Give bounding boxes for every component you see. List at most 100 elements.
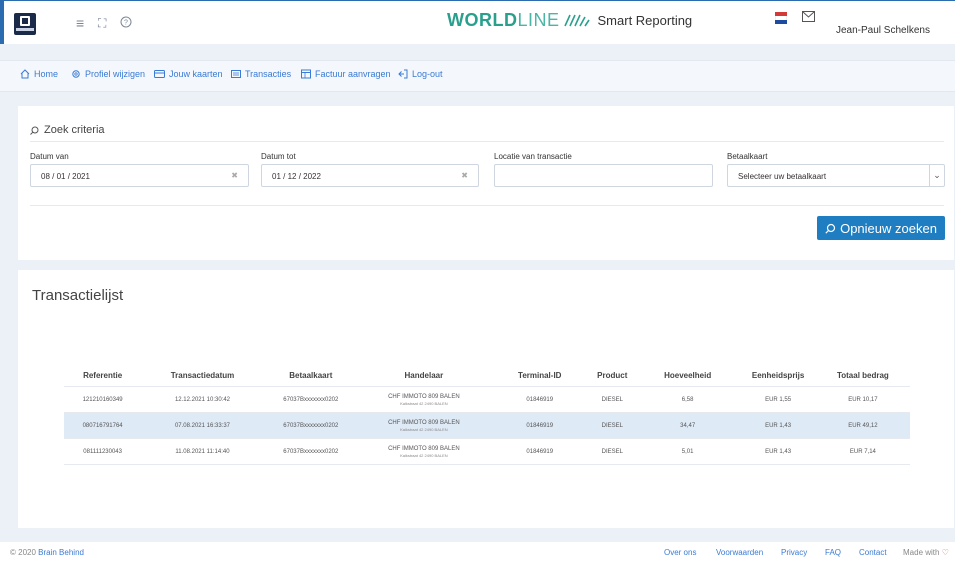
merchant-name: CHF IMMOTO 809 BALEN <box>388 419 460 426</box>
fullscreen-icon[interactable]: ⛶ <box>98 15 106 31</box>
footer-link-privacy[interactable]: Privacy <box>781 548 807 557</box>
nav-label-invoice: Factuur aanvragen <box>315 69 391 79</box>
cell-merchant: CHF IMMOTO 809 BALEN Kalkstraat 42 2490 … <box>358 394 490 406</box>
divider <box>30 205 944 206</box>
table-row[interactable]: 081111230043 11.08.2021 11:14:40 67037Bx… <box>64 439 910 465</box>
transaction-list-title: Transactielijst <box>32 287 124 304</box>
merchant-address: Kalkstraat 42 2490 BALEN <box>400 400 448 406</box>
cell-terminal: 01846919 <box>526 422 554 429</box>
svg-text:?: ? <box>124 20 128 27</box>
hamburger-menu-icon[interactable]: ≡ <box>76 15 84 31</box>
clear-icon[interactable]: ✖ <box>461 171 468 180</box>
merchant-name: CHF IMMOTO 809 BALEN <box>388 393 460 400</box>
cell-unit-price: EUR 1,43 <box>765 422 792 429</box>
nav-item-invoice[interactable]: Factuur aanvragen <box>301 69 391 79</box>
column-header[interactable]: Terminal-ID <box>490 371 590 380</box>
logout-icon <box>398 69 408 79</box>
footer-link-terms[interactable]: Voorwaarden <box>716 548 763 557</box>
cell-product: DIESEL <box>601 396 623 403</box>
cell-date: 11.08.2021 11:14:40 <box>175 448 230 455</box>
user-name[interactable]: Jean-Paul Schelkens <box>836 25 930 36</box>
column-header[interactable]: Handelaar <box>358 371 490 380</box>
search-icon <box>825 223 836 234</box>
nav-item-home[interactable]: Home <box>20 69 58 79</box>
dutch-flag-icon[interactable] <box>775 12 787 24</box>
table-header: Referentie Transactiedatum Betaalkaart H… <box>64 364 910 387</box>
cell-card: 67037Bxxxxxxx0202 <box>283 396 339 403</box>
card-icon <box>154 70 165 78</box>
merchant-address: Kalkstraat 42 2490 BALEN <box>400 452 448 458</box>
location-input[interactable] <box>494 164 713 187</box>
merchant-address: Kalkstraat 42 2490 BALEN <box>400 426 448 432</box>
brand-logo: WORLDLINE Smart Reporting <box>447 10 692 30</box>
mail-icon[interactable] <box>802 11 815 22</box>
cell-total: EUR 7,14 <box>849 448 876 455</box>
nav-item-profile[interactable]: Profiel wijzigen <box>71 69 145 79</box>
cell-reference: 081111230043 <box>83 448 122 455</box>
cell-total: EUR 10,17 <box>848 396 878 403</box>
date-to-label: Datum tot <box>261 152 296 161</box>
column-header[interactable]: Hoeveelheid <box>635 371 741 380</box>
card-select[interactable]: Selecteer uw betaalkaart ⌄ <box>727 164 945 187</box>
location-label: Locatie van transactie <box>494 152 572 161</box>
search-criteria-card: Zoek criteria Datum van 08 / 01 / 2021 ✖… <box>18 106 954 260</box>
cell-quantity: 5,01 <box>681 448 694 455</box>
cell-terminal: 01846919 <box>526 448 554 455</box>
footer-link-faq[interactable]: FAQ <box>825 548 841 557</box>
cell-quantity: 34,47 <box>680 422 696 429</box>
column-header[interactable]: Betaalkaart <box>264 371 358 380</box>
nav-item-transactions[interactable]: Transacties <box>231 69 291 79</box>
cell-product: DIESEL <box>601 422 623 429</box>
search-icon <box>30 126 39 135</box>
cell-date: 12.12.2021 10:30:42 <box>174 396 231 403</box>
chevron-down-icon[interactable]: ⌄ <box>929 165 944 186</box>
divider <box>30 141 944 142</box>
column-header[interactable]: Transactiedatum <box>141 371 263 380</box>
list-icon <box>231 70 241 78</box>
date-to-field[interactable]: 01 / 12 / 2022 ✖ <box>261 164 479 187</box>
heart-icon: ♡ <box>941 548 949 557</box>
cell-quantity: 6,58 <box>681 396 694 403</box>
column-header[interactable]: Product <box>590 371 635 380</box>
product-name: Smart Reporting <box>597 12 693 28</box>
invoice-icon <box>301 69 311 79</box>
cell-reference: 080716791764 <box>82 422 123 429</box>
nav-item-cards[interactable]: Jouw kaarten <box>154 69 223 79</box>
nav-label-home: Home <box>34 69 59 79</box>
column-header[interactable]: Referentie <box>64 371 141 380</box>
copyright: © 2020 Brain Behind <box>10 548 84 557</box>
nav-label-profile: Profiel wijzigen <box>85 69 146 79</box>
cell-unit-price: EUR 1,55 <box>765 396 792 403</box>
clear-icon[interactable]: ✖ <box>231 171 238 180</box>
copyright-year: © 2020 <box>10 548 36 557</box>
cell-product: DIESEL <box>601 448 623 455</box>
brand-thin: LINE <box>517 9 560 30</box>
date-from-value: 08 / 01 / 2021 <box>41 172 90 181</box>
cell-date: 07.08.2021 16:33:37 <box>174 422 231 429</box>
search-button-label: Opnieuw zoeken <box>840 220 937 236</box>
search-again-button[interactable]: Opnieuw zoeken <box>817 216 945 240</box>
cell-merchant: CHF IMMOTO 809 BALEN Kalkstraat 42 2490 … <box>358 446 490 458</box>
cell-card: 67037Bxxxxxxx0202 <box>283 422 339 429</box>
cell-merchant: CHF IMMOTO 809 BALEN Kalkstraat 42 2490 … <box>358 420 490 432</box>
column-header[interactable]: Eenheidsprijs <box>740 371 815 380</box>
app-logo[interactable] <box>14 13 36 35</box>
table-row[interactable]: 121210160349 12.12.2021 10:30:42 67037Bx… <box>64 387 910 413</box>
cell-terminal: 01846919 <box>526 396 554 403</box>
nav-item-logout[interactable]: Log-out <box>398 69 443 79</box>
date-from-field[interactable]: 08 / 01 / 2021 ✖ <box>30 164 249 187</box>
cell-reference: 121210160349 <box>82 396 123 403</box>
brand-bold: WORLD <box>447 9 518 30</box>
nav-label-cards: Jouw kaarten <box>169 69 223 79</box>
transaction-table: Referentie Transactiedatum Betaalkaart H… <box>64 364 910 465</box>
help-icon[interactable]: ? <box>120 15 132 31</box>
gear-icon <box>72 70 80 78</box>
date-to-value: 01 / 12 / 2022 <box>272 172 321 181</box>
table-row[interactable]: 080716791764 07.08.2021 16:33:37 67037Bx… <box>64 413 910 439</box>
column-header[interactable]: Totaal bedrag <box>816 371 910 380</box>
footer-link-contact[interactable]: Contact <box>859 548 887 557</box>
company-link[interactable]: Brain Behind <box>38 548 84 557</box>
main-nav: Home Profiel wijzigen Jouw kaarten Trans… <box>0 60 955 92</box>
footer-link-about[interactable]: Over ons <box>664 548 696 557</box>
card-select-label: Betaalkaart <box>727 152 768 161</box>
